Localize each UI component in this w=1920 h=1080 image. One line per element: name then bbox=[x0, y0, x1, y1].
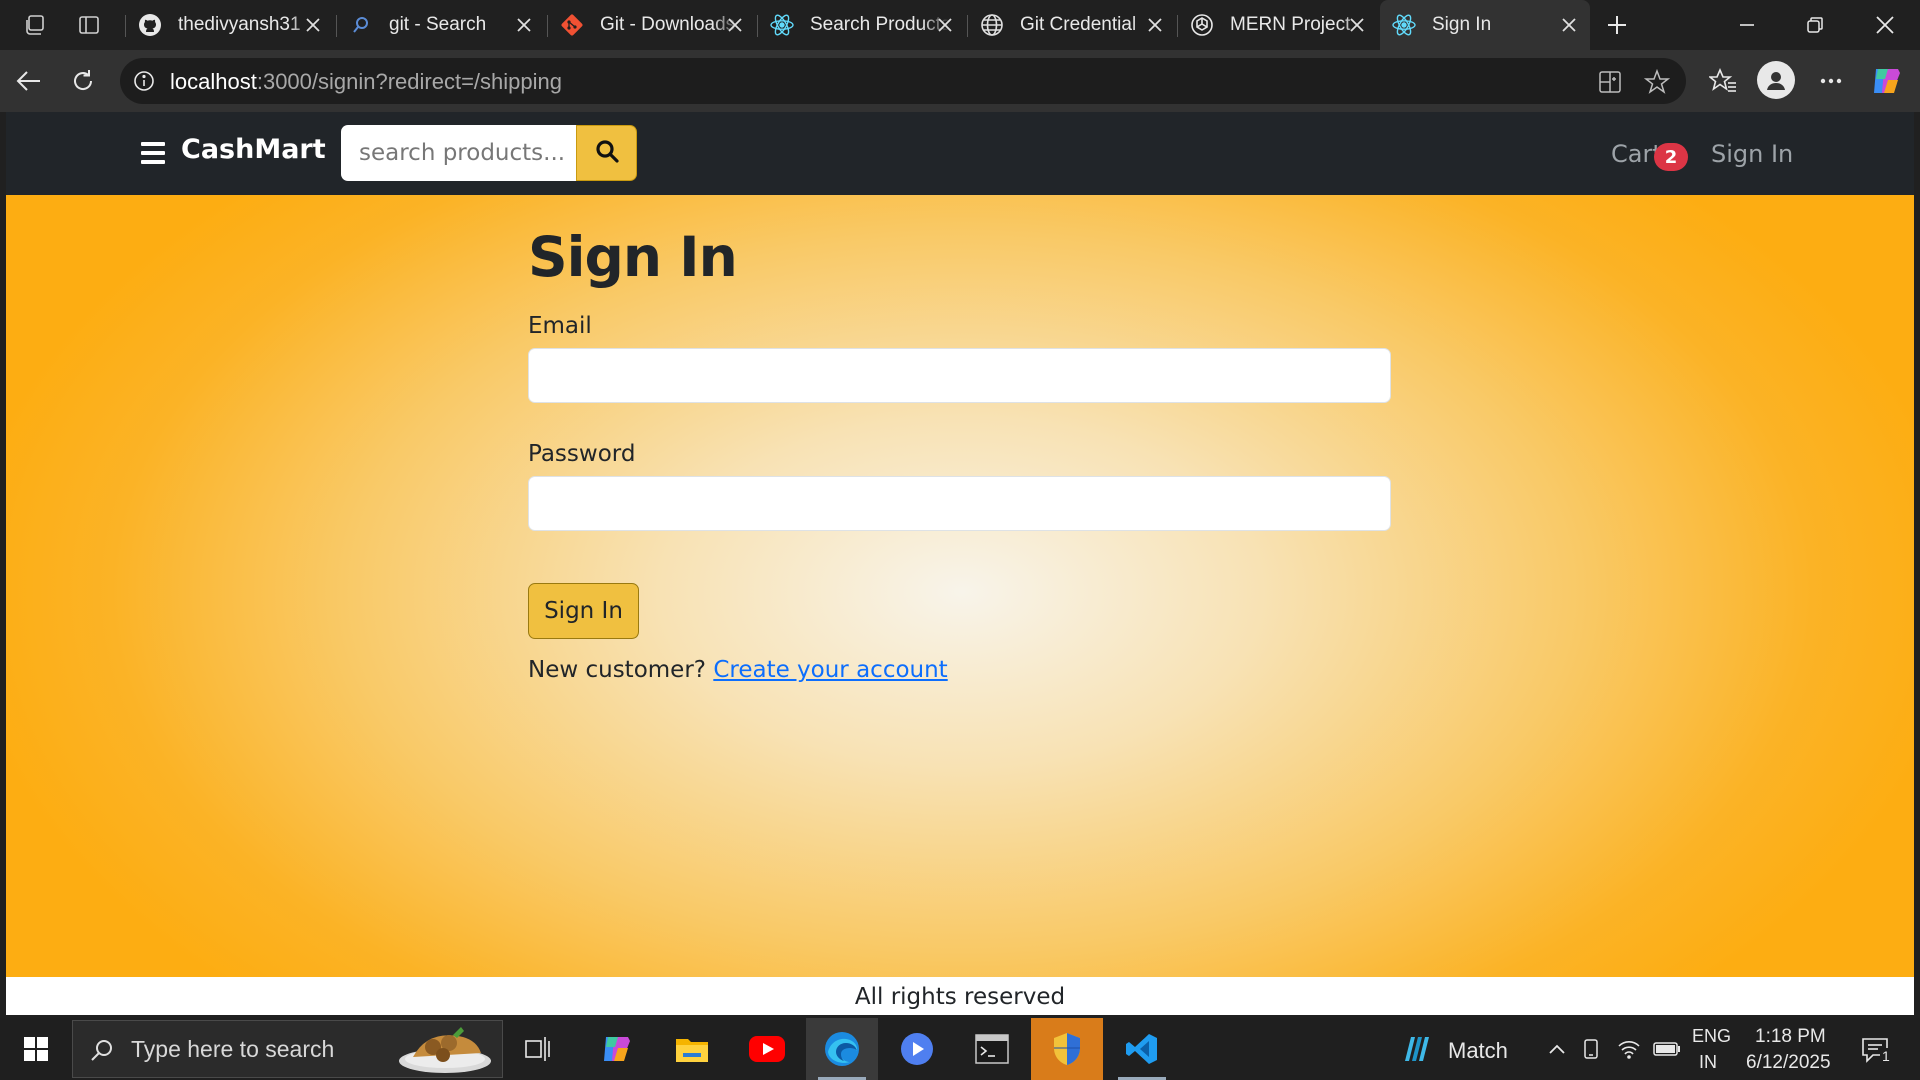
site-info-icon[interactable] bbox=[132, 69, 156, 93]
workspaces-icon[interactable] bbox=[18, 9, 52, 41]
split-screen-icon[interactable] bbox=[1596, 68, 1624, 96]
url-text: localhost:3000/signin?redirect=/shipping bbox=[170, 69, 562, 95]
windows-taskbar: Type here to search Match ENG IN 1:18 PM… bbox=[0, 1018, 1920, 1080]
tab-title: Search Products bbox=[810, 14, 950, 35]
chevron-up-icon[interactable] bbox=[1544, 1036, 1570, 1062]
close-window-icon[interactable] bbox=[1868, 8, 1902, 42]
tab-title: Git - Downloads bbox=[600, 14, 736, 35]
search-highlight-food-icon bbox=[393, 1025, 493, 1075]
new-tab-plus-icon[interactable] bbox=[1600, 8, 1634, 42]
close-icon[interactable] bbox=[511, 12, 537, 38]
sign-in-button[interactable]: Sign In bbox=[528, 583, 639, 639]
page-viewport: CashMart Cart 2 Sign In Sign In Email Pa… bbox=[6, 112, 1914, 1015]
tab-actions-icon[interactable] bbox=[72, 9, 106, 41]
search-input[interactable] bbox=[341, 125, 577, 181]
openai-icon bbox=[1188, 11, 1216, 39]
create-account-link[interactable]: Create your account bbox=[713, 657, 947, 683]
refresh-icon[interactable] bbox=[66, 64, 100, 98]
favorites-icon[interactable] bbox=[1706, 64, 1740, 98]
new-customer-line: New customer? Create your account bbox=[528, 657, 948, 683]
email-label: Email bbox=[528, 313, 592, 339]
git-logo-icon bbox=[558, 11, 586, 39]
tab-github[interactable]: thedivyansh31 bbox=[126, 0, 334, 50]
github-icon bbox=[136, 11, 164, 39]
clock-time[interactable]: 1:18 PM bbox=[1755, 1026, 1826, 1048]
tab-title: git - Search bbox=[389, 14, 487, 35]
terminal-icon[interactable] bbox=[956, 1018, 1028, 1080]
page-title: Sign In bbox=[528, 225, 738, 289]
menu-hamburger-icon[interactable] bbox=[141, 142, 165, 164]
tab-sign-in[interactable]: Sign In bbox=[1380, 0, 1590, 50]
url-host: localhost bbox=[170, 69, 257, 94]
brand-logo[interactable]: CashMart bbox=[181, 134, 326, 165]
tab-title: Sign In bbox=[1432, 14, 1492, 35]
tab-git-search[interactable]: git - Search bbox=[337, 0, 545, 50]
notification-count: 1 bbox=[1880, 1048, 1892, 1064]
nav-sign-in-link[interactable]: Sign In bbox=[1711, 140, 1793, 168]
wifi-icon[interactable] bbox=[1616, 1036, 1642, 1062]
minimize-icon[interactable] bbox=[1730, 8, 1764, 42]
profile-avatar[interactable] bbox=[1757, 61, 1795, 99]
cricket-widget-icon[interactable] bbox=[1400, 1032, 1434, 1066]
meet-now-icon[interactable] bbox=[1578, 1036, 1604, 1062]
browser-toolbar: localhost:3000/signin?redirect=/shipping bbox=[0, 50, 1920, 112]
youtube-icon[interactable] bbox=[731, 1018, 803, 1080]
main-content: Sign In Email Password Sign In New custo… bbox=[6, 195, 1914, 977]
battery-icon[interactable] bbox=[1652, 1036, 1682, 1062]
bing-search-icon bbox=[347, 11, 375, 39]
copilot-icon[interactable] bbox=[1868, 62, 1906, 100]
clock-date[interactable]: 6/12/2025 bbox=[1746, 1052, 1831, 1074]
close-icon[interactable] bbox=[1344, 12, 1370, 38]
react-icon bbox=[768, 11, 796, 39]
file-explorer-icon[interactable] bbox=[656, 1018, 728, 1080]
tab-title: Git Credential bbox=[1020, 14, 1137, 35]
edge-browser-icon[interactable] bbox=[806, 1018, 878, 1080]
tab-search-products[interactable]: Search Products bbox=[758, 0, 966, 50]
password-field[interactable] bbox=[528, 476, 1391, 531]
globe-icon bbox=[978, 11, 1006, 39]
address-bar[interactable]: localhost:3000/signin?redirect=/shipping bbox=[120, 58, 1686, 104]
taskbar-search-box[interactable]: Type here to search bbox=[72, 1020, 503, 1078]
uac-shield-icon[interactable] bbox=[1031, 1018, 1103, 1080]
tab-git-downloads[interactable]: Git - Downloads bbox=[548, 0, 756, 50]
language-indicator-bottom[interactable]: IN bbox=[1699, 1052, 1717, 1073]
widget-match-label[interactable]: Match bbox=[1448, 1038, 1508, 1064]
close-icon[interactable] bbox=[1142, 12, 1168, 38]
new-customer-text: New customer? bbox=[528, 657, 706, 683]
tab-mern-project[interactable]: MERN Project bbox=[1178, 0, 1378, 50]
more-options-icon[interactable] bbox=[1814, 64, 1848, 98]
favorite-star-icon[interactable] bbox=[1643, 68, 1671, 96]
back-arrow-icon[interactable] bbox=[12, 64, 46, 98]
task-view-icon[interactable] bbox=[503, 1018, 575, 1080]
taskbar-search-placeholder: Type here to search bbox=[131, 1036, 335, 1062]
language-indicator-top[interactable]: ENG bbox=[1692, 1026, 1731, 1047]
tab-title: thedivyansh31 bbox=[178, 14, 301, 35]
close-icon[interactable] bbox=[1556, 12, 1582, 38]
search-icon bbox=[89, 1037, 115, 1063]
close-icon[interactable] bbox=[932, 12, 958, 38]
page-footer: All rights reserved bbox=[6, 977, 1914, 1015]
tab-git-credential[interactable]: Git Credential bbox=[968, 0, 1176, 50]
restore-icon[interactable] bbox=[1798, 8, 1832, 42]
site-navbar: CashMart Cart 2 Sign In bbox=[6, 112, 1914, 195]
search-icon bbox=[595, 139, 619, 167]
url-path: :3000/signin?redirect=/shipping bbox=[256, 69, 562, 94]
close-icon[interactable] bbox=[300, 12, 326, 38]
password-label: Password bbox=[528, 441, 636, 467]
close-icon[interactable] bbox=[722, 12, 748, 38]
react-icon bbox=[1390, 11, 1418, 39]
browser-tab-bar: thedivyansh31 git - Search Git - Downloa… bbox=[0, 0, 1920, 50]
cart-count-badge: 2 bbox=[1654, 143, 1688, 171]
email-field[interactable] bbox=[528, 348, 1391, 403]
start-windows-icon[interactable] bbox=[0, 1018, 72, 1080]
search-button[interactable] bbox=[576, 125, 637, 181]
copilot-app-icon[interactable] bbox=[581, 1018, 653, 1080]
vscode-icon[interactable] bbox=[1106, 1018, 1178, 1080]
media-player-icon[interactable] bbox=[881, 1018, 953, 1080]
